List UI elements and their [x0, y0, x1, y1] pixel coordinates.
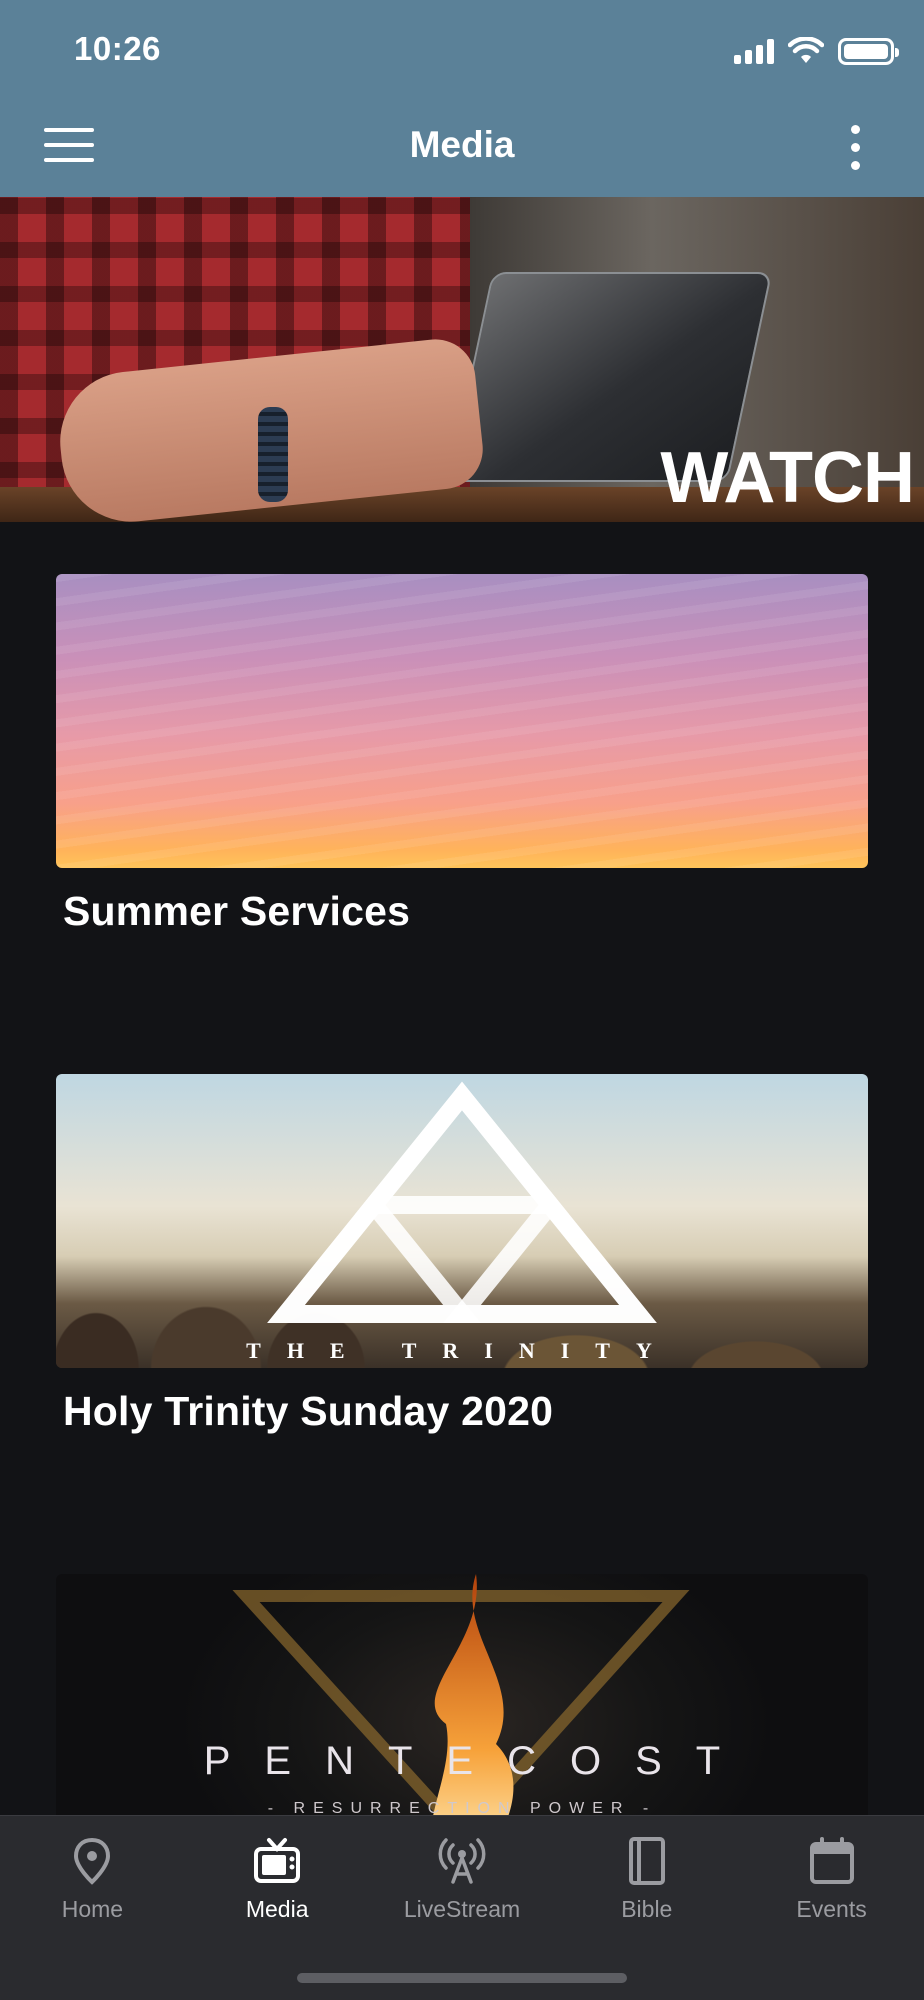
more-options-icon[interactable] — [843, 120, 867, 176]
card-image — [56, 574, 868, 868]
trinity-triangle-icon — [267, 1081, 657, 1323]
app-header: 10:26 Media — [0, 0, 924, 197]
hero-bracelet — [258, 407, 288, 502]
nav-item-events[interactable]: Events — [739, 1816, 924, 1946]
calendar-icon — [809, 1837, 854, 1884]
media-card-holy-trinity[interactable]: THE TRINITY Holy Trinity Sunday 2020 — [56, 1074, 868, 1435]
battery-icon — [838, 37, 899, 65]
home-indicator[interactable] — [297, 1973, 627, 1983]
card-image-caption: PENTECOST — [203, 1739, 755, 1783]
wifi-icon — [788, 37, 824, 63]
page-title: Media — [409, 124, 515, 165]
nav-item-media[interactable]: Media — [185, 1816, 370, 1946]
card-title: Holy Trinity Sunday 2020 — [63, 1388, 554, 1434]
book-icon — [628, 1837, 665, 1885]
status-icons — [734, 36, 899, 66]
watch-banner[interactable]: WATCH — [0, 197, 924, 522]
nav-label: Media — [245, 1896, 309, 1922]
nav-label: Home — [61, 1896, 124, 1922]
card-image-caption: THE TRINITY — [246, 1338, 678, 1363]
nav-item-bible[interactable]: Bible — [554, 1816, 739, 1946]
broadcast-tower-icon — [438, 1838, 486, 1884]
nav-label: Bible — [621, 1896, 673, 1922]
tv-icon — [254, 1838, 301, 1883]
nav-label: Events — [796, 1896, 867, 1922]
hero-label: WATCH — [660, 438, 915, 518]
status-time: 10:26 — [74, 30, 161, 67]
card-image: THE TRINITY — [56, 1074, 868, 1368]
nav-item-livestream[interactable]: LiveStream — [370, 1816, 555, 1946]
nav-item-home[interactable]: Home — [0, 1816, 185, 1946]
map-pin-icon — [74, 1837, 111, 1885]
media-card-summer-services[interactable]: Summer Services — [56, 574, 868, 935]
nav-label: LiveStream — [403, 1896, 521, 1922]
card-title: Summer Services — [63, 888, 411, 934]
cellular-signal-icon — [734, 38, 774, 64]
